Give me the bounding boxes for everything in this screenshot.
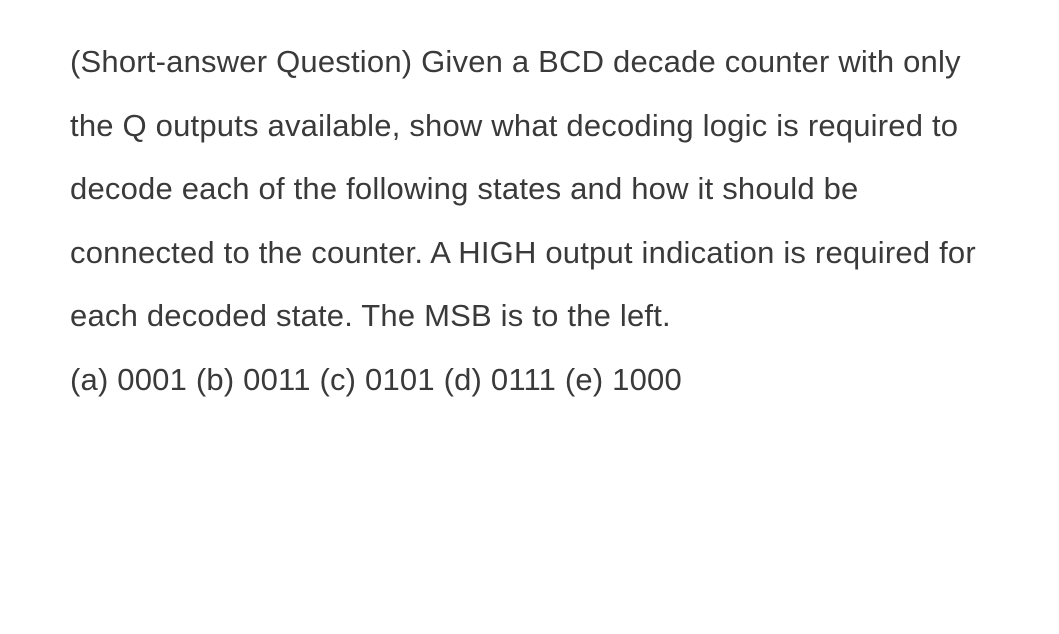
question-container: (Short-answer Question) Given a BCD deca… (70, 30, 989, 411)
question-body: (Short-answer Question) Given a BCD deca… (70, 30, 989, 348)
question-options: (a) 0001 (b) 0011 (c) 0101 (d) 0111 (e) … (70, 348, 989, 412)
